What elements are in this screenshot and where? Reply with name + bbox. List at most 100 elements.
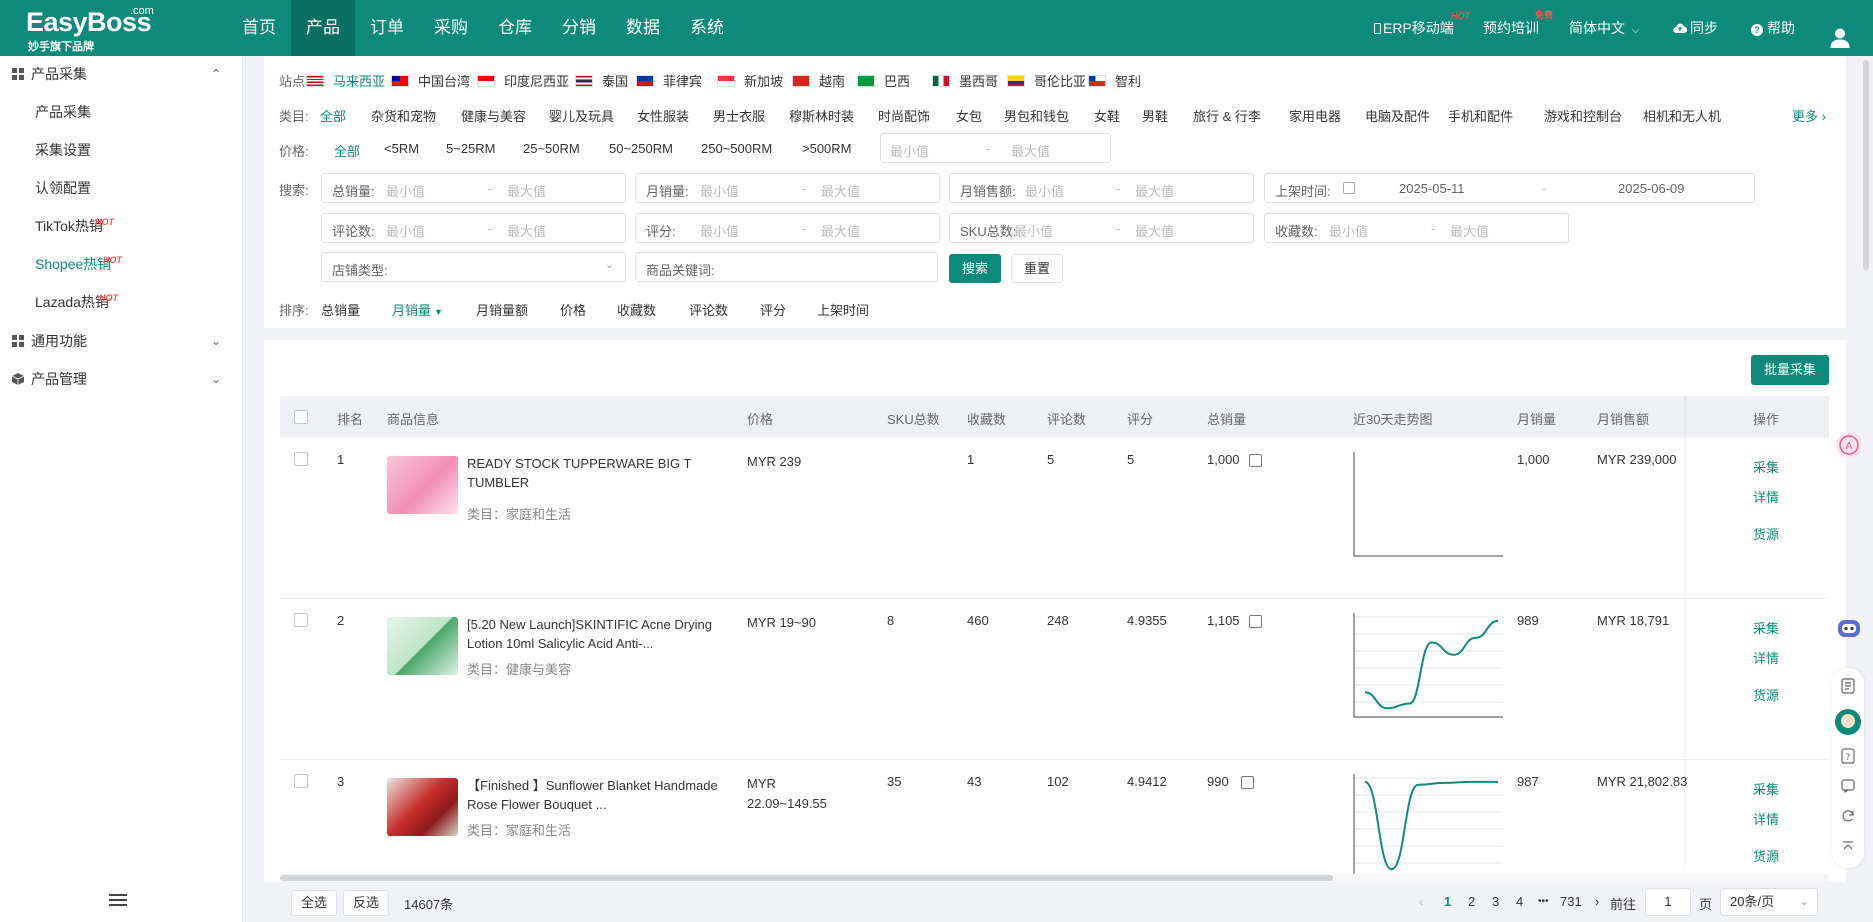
price-option[interactable]: 全部 (334, 141, 360, 160)
page-1[interactable]: 1 (1444, 894, 1451, 909)
source-link[interactable]: 货源 (1753, 846, 1779, 865)
nav-home[interactable]: 首页 (227, 0, 291, 56)
search-button[interactable]: 搜索 (949, 254, 1001, 283)
category-option[interactable]: 女包 (956, 106, 982, 125)
site-cl[interactable]: 智利 (1088, 71, 1141, 90)
category-option[interactable]: 时尚配饰 (878, 106, 930, 125)
shop-type-select[interactable]: 店铺类型: ⌄ (321, 252, 626, 282)
sidebar-item-tiktok-hot[interactable]: TikTok热销 HOT (35, 210, 114, 242)
site-id[interactable]: 印度尼西亚 (477, 71, 569, 90)
category-option[interactable]: 游戏和控制台 (1544, 106, 1622, 125)
sidebar-item-shopee-hot[interactable]: Shopee热销 HOT (35, 248, 122, 280)
page-3[interactable]: 3 (1492, 894, 1499, 909)
site-tw[interactable]: 中国台湾 (391, 71, 470, 90)
source-link[interactable]: 货源 (1753, 524, 1779, 543)
sort-option[interactable]: 评论数 (689, 300, 728, 319)
help-doc-icon[interactable]: ? (1841, 748, 1855, 764)
rating-range[interactable]: 评分: 最小值 - 最大值 (635, 213, 940, 243)
collect-link[interactable]: 采集 (1753, 618, 1779, 637)
page-ellipsis[interactable]: ••• (1538, 896, 1549, 907)
price-option[interactable]: 250~500RM (701, 141, 772, 156)
price-range-input[interactable]: 最小值 - 最大值 (880, 133, 1111, 163)
next-page-icon[interactable]: › (1595, 894, 1599, 909)
product-thumbnail[interactable] (387, 456, 458, 514)
price-option[interactable]: 50~250RM (609, 141, 673, 156)
reviews-range[interactable]: 评论数: 最小值 - 最大值 (321, 213, 626, 243)
sku-total-range[interactable]: SKU总数: 最小值 - 最大值 (949, 213, 1254, 243)
robot-assistant-icon[interactable] (1834, 613, 1864, 643)
page-4[interactable]: 4 (1516, 894, 1523, 909)
sort-option[interactable]: 月销量额 (476, 300, 528, 319)
nav-warehouse[interactable]: 仓库 (483, 0, 547, 56)
keyword-input[interactable]: 商品关键词: (635, 252, 938, 282)
erp-mobile-link[interactable]: ERP移动端 HOT (1374, 0, 1470, 56)
site-mx[interactable]: 墨西哥 (932, 71, 998, 90)
user-avatar[interactable] (1829, 16, 1851, 48)
site-th[interactable]: 泰国 (575, 71, 628, 90)
product-name[interactable]: 【Finished 】Sunflower Blanket Handmade Ro… (467, 776, 727, 814)
category-option[interactable]: 男包和钱包 (1004, 106, 1069, 125)
site-co[interactable]: 哥伦比亚 (1007, 71, 1086, 90)
price-option[interactable]: 5~25RM (446, 141, 496, 156)
page-2[interactable]: 2 (1468, 894, 1475, 909)
site-vn[interactable]: 越南 (792, 71, 845, 90)
nav-product[interactable]: 产品 (291, 0, 355, 56)
product-thumbnail[interactable] (387, 617, 458, 675)
category-option[interactable]: 婴儿及玩具 (549, 106, 614, 125)
help-button[interactable]: ? 帮助 (1751, 0, 1795, 56)
page-size-select[interactable]: 20条/页 ⌄ (1720, 888, 1818, 916)
sidebar-group-common[interactable]: 通用功能 ⌄ (0, 325, 243, 357)
detail-link[interactable]: 详情 (1753, 487, 1779, 506)
back-to-top-icon[interactable] (1841, 840, 1855, 854)
category-option[interactable]: 电脑及配件 (1365, 106, 1430, 125)
sort-option[interactable]: 月销量 ▼ (392, 300, 443, 319)
category-option[interactable]: 穆斯林时装 (789, 106, 854, 125)
collect-link[interactable]: 采集 (1753, 779, 1779, 798)
site-sg[interactable]: 新加坡 (717, 71, 783, 90)
product-name[interactable]: READY STOCK TUPPERWARE BIG T TUMBLER (467, 454, 727, 492)
more-categories-link[interactable]: 更多 › (1792, 106, 1826, 125)
site-ph[interactable]: 菲律宾 (636, 71, 702, 90)
customer-service-avatar[interactable] (1835, 709, 1861, 735)
batch-collect-button[interactable]: 批量采集 (1751, 355, 1829, 385)
prev-page-icon[interactable]: ‹ (1419, 894, 1423, 909)
sort-option[interactable]: 总销量 (321, 300, 360, 319)
nav-data[interactable]: 数据 (611, 0, 675, 56)
invert-selection-button[interactable]: 反选 (343, 890, 389, 916)
refresh-icon[interactable] (1841, 809, 1855, 823)
row-checkbox[interactable] (294, 452, 308, 466)
product-thumbnail[interactable] (387, 778, 458, 836)
sidebar-item-collect[interactable]: 产品采集 (35, 96, 91, 128)
scrollbar-thumb[interactable] (280, 875, 1333, 881)
sort-option[interactable]: 评分 (760, 300, 786, 319)
page-jump-input[interactable]: 1 (1645, 888, 1691, 916)
vertical-scrollbar[interactable] (1863, 60, 1869, 270)
nav-distribution[interactable]: 分销 (547, 0, 611, 56)
category-option[interactable]: 男士衣服 (713, 106, 765, 125)
site-my[interactable]: 马来西亚 (306, 71, 385, 90)
nav-purchase[interactable]: 采购 (419, 0, 483, 56)
chat-icon[interactable] (1841, 779, 1855, 793)
detail-link[interactable]: 详情 (1753, 648, 1779, 667)
sidebar-item-claim-config[interactable]: 认领配置 (35, 172, 91, 204)
row-checkbox[interactable] (294, 613, 308, 627)
source-link[interactable]: 货源 (1753, 685, 1779, 704)
page-last[interactable]: 731 (1560, 894, 1582, 909)
select-all-checkbox[interactable] (294, 410, 308, 424)
monthly-revenue-range[interactable]: 月销售额: 最小值 - 最大值 (949, 173, 1254, 203)
category-option[interactable]: 全部 (320, 106, 346, 125)
chart-mini-icon[interactable] (1249, 615, 1262, 628)
detail-link[interactable]: 详情 (1753, 809, 1779, 828)
category-option[interactable]: 健康与美容 (461, 106, 526, 125)
sort-option[interactable]: 上架时间 (817, 300, 869, 319)
favorites-range[interactable]: 收藏数: 最小值 - 最大值 (1264, 213, 1569, 243)
category-option[interactable]: 手机和配件 (1448, 106, 1513, 125)
chart-mini-icon[interactable] (1249, 454, 1262, 467)
category-option[interactable]: 旅行 & 行李 (1193, 106, 1261, 125)
sort-option[interactable]: 收藏数 (617, 300, 656, 319)
listed-time-range[interactable]: 上架时间: 2025-05-11 - 2025-06-09 (1264, 173, 1755, 203)
sidebar-group-collect[interactable]: 产品采集 ⌃ (0, 58, 243, 90)
select-all-button[interactable]: 全选 (291, 890, 337, 916)
menu-collapse-icon[interactable] (109, 894, 127, 908)
notes-icon[interactable] (1841, 678, 1855, 694)
